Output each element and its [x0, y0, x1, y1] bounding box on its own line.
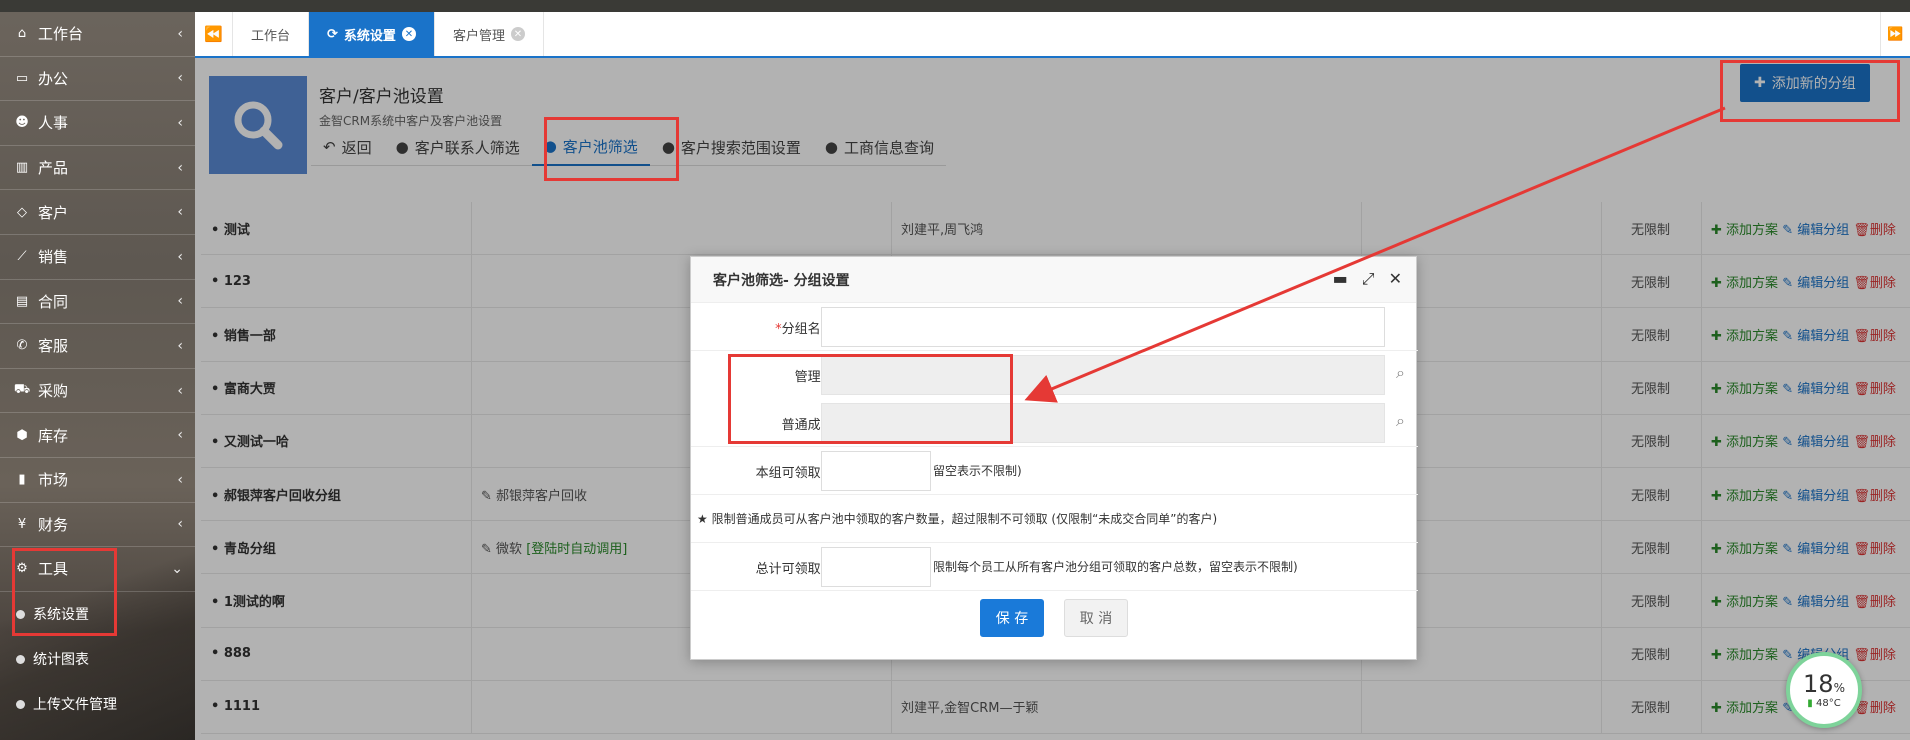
battery-icon: ▮	[1807, 697, 1813, 709]
performance-gauge[interactable]: 18% ▮ 48°C	[1786, 652, 1862, 728]
gauge-percent: 18%	[1803, 669, 1845, 698]
annotation-arrow	[1024, 106, 1726, 403]
gauge-temperature: ▮ 48°C	[1807, 697, 1841, 709]
